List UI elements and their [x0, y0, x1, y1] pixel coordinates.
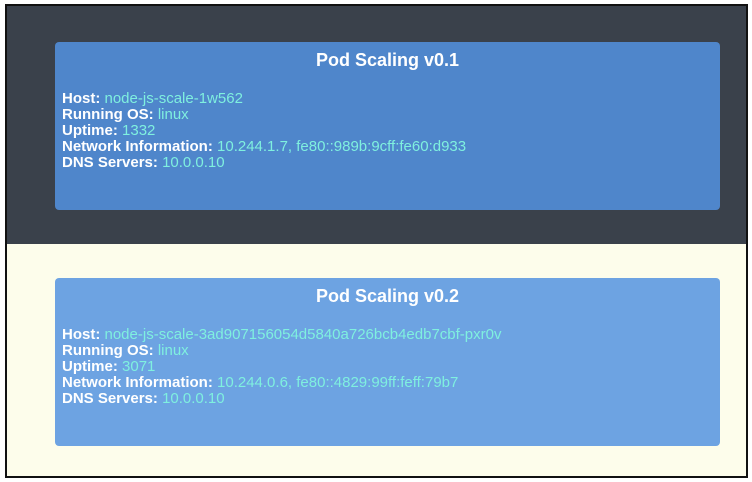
running-os-value: linux: [157, 342, 189, 359]
dns-servers-label: DNS Servers:: [62, 154, 158, 171]
host-row: Host: node-js-scale-1w562: [62, 91, 713, 107]
pod-info-card-v02: Pod Scaling v0.2 Host: node-js-scale-3ad…: [55, 278, 720, 446]
dns-servers-value: 10.0.0.10: [162, 390, 225, 407]
uptime-value: 1332: [122, 122, 156, 139]
running-os-row: Running OS: linux: [62, 107, 713, 123]
card-title: Pod Scaling v0.2: [315, 286, 460, 306]
dns-servers-value: 10.0.0.10: [162, 154, 225, 171]
network-information-value: 10.244.1.7, fe80::989b:9cff:fe60:d933: [217, 138, 467, 155]
uptime-row: Uptime: 3071: [62, 359, 713, 375]
host-value: node-js-scale-3ad907156054d5840a726bcb4e…: [104, 326, 502, 343]
uptime-row: Uptime: 1332: [62, 123, 713, 139]
running-os-row: Running OS: linux: [62, 343, 713, 359]
network-information-value: 10.244.0.6, fe80::4829:99ff:feff:79b7: [217, 374, 459, 391]
card-title: Pod Scaling v0.1: [315, 50, 460, 70]
network-information-label: Network Information:: [62, 374, 213, 391]
pod-panel-v02: Pod Scaling v0.2 Host: node-js-scale-3ad…: [7, 244, 746, 476]
host-row: Host: node-js-scale-3ad907156054d5840a72…: [62, 327, 713, 343]
uptime-label: Uptime:: [62, 358, 118, 375]
network-information-label: Network Information:: [62, 138, 213, 155]
host-label: Host:: [62, 90, 101, 107]
dns-servers-label: DNS Servers:: [62, 390, 158, 407]
pod-panel-v01: Pod Scaling v0.1 Host: node-js-scale-1w5…: [7, 6, 746, 244]
host-value: node-js-scale-1w562: [104, 90, 243, 107]
dns-servers-row: DNS Servers: 10.0.0.10: [62, 391, 713, 407]
uptime-value: 3071: [122, 358, 156, 375]
dns-servers-row: DNS Servers: 10.0.0.10: [62, 155, 713, 171]
network-information-row: Network Information: 10.244.0.6, fe80::4…: [62, 375, 713, 391]
screenshot-frame: Pod Scaling v0.1 Host: node-js-scale-1w5…: [5, 4, 748, 478]
host-label: Host:: [62, 326, 101, 343]
running-os-label: Running OS:: [62, 342, 154, 359]
uptime-label: Uptime:: [62, 122, 118, 139]
pod-info-card-v01: Pod Scaling v0.1 Host: node-js-scale-1w5…: [55, 42, 720, 210]
running-os-label: Running OS:: [62, 106, 154, 123]
running-os-value: linux: [157, 106, 189, 123]
network-information-row: Network Information: 10.244.1.7, fe80::9…: [62, 139, 713, 155]
